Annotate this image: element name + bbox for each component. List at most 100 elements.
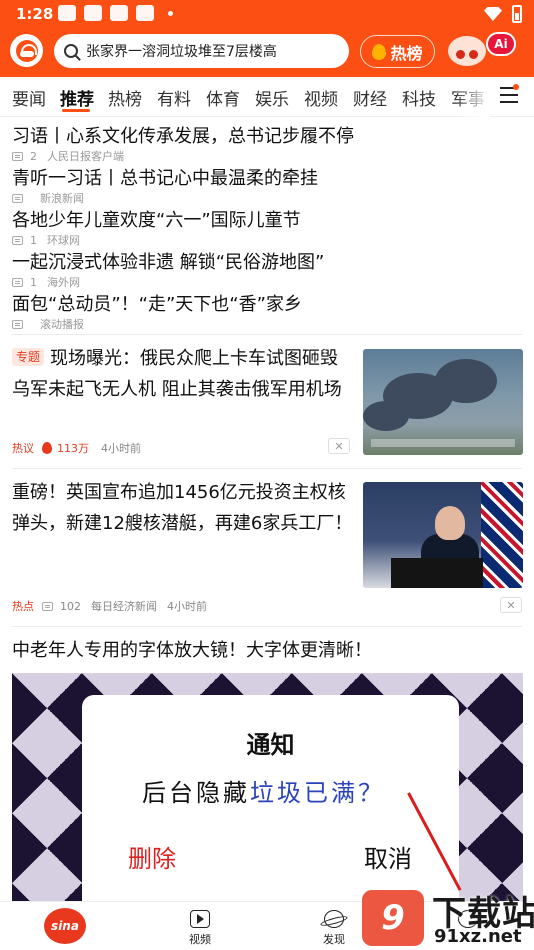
- hot-list-button[interactable]: 热榜: [360, 35, 435, 68]
- tab-yule[interactable]: 娱乐: [255, 85, 289, 110]
- headline-meta: 滚动播报: [12, 316, 84, 332]
- ai-mascot-icon: [448, 36, 486, 66]
- headline-source: 环球网: [47, 234, 80, 247]
- watermark-url: 91xz.net: [434, 926, 522, 947]
- nav-discover-label: 发现: [323, 933, 345, 946]
- article-title: 专题 现场曝光：俄民众爬上卡车试图砸毁乌军未起飞无人机 阻止其袭击俄军用机场: [12, 343, 354, 405]
- comment-icon: [12, 151, 23, 161]
- status-indicators: [484, 5, 522, 23]
- planet-icon: [324, 910, 344, 928]
- tab-caijing[interactable]: 财经: [353, 85, 387, 110]
- nav-home-button[interactable]: sina: [44, 908, 86, 944]
- article-title-text: 现场曝光：俄民众爬上卡车试图砸毁乌军未起飞无人机 阻止其袭击俄军用机场: [12, 348, 342, 400]
- search-icon: [64, 44, 78, 58]
- status-notification-icons: [58, 5, 173, 21]
- tab-rebang[interactable]: 热榜: [108, 85, 142, 110]
- video-caption: [371, 439, 515, 447]
- nav-discover-button[interactable]: 发现: [304, 910, 364, 947]
- comment-icon: [42, 601, 53, 611]
- headline-source: 滚动播报: [40, 318, 84, 331]
- article-thumbnail: [363, 482, 523, 588]
- app-notification-icon: [110, 5, 128, 21]
- tab-tiyu[interactable]: 体育: [206, 85, 240, 110]
- status-time: 1:28: [16, 5, 54, 23]
- special-topic-badge: 专题: [12, 348, 45, 366]
- headline-meta: 新浪新闻: [12, 190, 84, 206]
- union-flag: [481, 482, 523, 588]
- dialog-message-prefix: 后台隐藏: [142, 779, 250, 807]
- tab-yaowen[interactable]: 要闻: [12, 85, 46, 110]
- headline-item[interactable]: 各地少年儿童欢度“六一”国际儿童节: [12, 206, 301, 232]
- comment-icon: [12, 277, 23, 287]
- search-bar[interactable]: 张家界一溶洞垃圾堆至7层楼高: [54, 34, 349, 68]
- menu-line: [500, 101, 518, 103]
- article-meta: 热议 113万 4小时前: [12, 440, 141, 456]
- more-notifications-icon: [168, 10, 173, 16]
- dismiss-close-button[interactable]: ✕: [328, 438, 350, 454]
- tab-keji[interactable]: 科技: [402, 85, 436, 110]
- dismiss-close-button[interactable]: ✕: [500, 597, 522, 613]
- new-indicator-dot: [513, 84, 519, 90]
- menu-line: [500, 94, 518, 96]
- dialog-cancel-label: 取消: [364, 845, 412, 873]
- article-thumbnail: [363, 349, 523, 455]
- ad-title: 中老年人专用的字体放大镜！大字体更清晰！: [12, 640, 372, 661]
- comment-count: 102: [60, 599, 81, 613]
- nav-video-button[interactable]: 视频: [170, 910, 230, 947]
- tab-shipin[interactable]: 视频: [304, 85, 338, 110]
- comment-count: 2: [30, 149, 37, 163]
- app-notification-icon: [136, 5, 154, 21]
- fire-icon: [42, 442, 52, 454]
- article-time: 4小时前: [167, 600, 207, 613]
- battery-icon: [512, 5, 522, 23]
- ai-badge: Ai: [486, 32, 516, 56]
- podium: [391, 558, 483, 588]
- dialog-title: 通知: [246, 731, 295, 759]
- headline-source: 人民日报客户端: [47, 150, 124, 163]
- watermark-logo: 9: [362, 890, 424, 946]
- site-watermark: 9 下载站 91xz.net: [362, 884, 534, 950]
- headline-meta: 1 环球网: [12, 232, 80, 248]
- comment-icon: [12, 319, 23, 329]
- weibo-notification-icon: [58, 5, 76, 21]
- headline-source: 海外网: [47, 276, 80, 289]
- headline-item[interactable]: 习语丨心系文化传承发展，总书记步履不停: [12, 122, 354, 148]
- hot-tag: 热点: [12, 600, 34, 613]
- comment-icon: [12, 193, 23, 203]
- divider: [12, 626, 522, 627]
- listen-headphones-button[interactable]: [10, 34, 43, 67]
- article-meta: 热点 102 每日经济新闻 4小时前: [12, 598, 207, 614]
- headline-source: 新浪新闻: [40, 192, 84, 205]
- hot-discussion-tag: 热议: [12, 442, 34, 455]
- dialog-message-highlight: 垃圾已满？: [250, 779, 385, 807]
- headphones-icon: [15, 39, 38, 62]
- wifi-icon: [484, 7, 502, 21]
- video-play-icon: [190, 910, 210, 928]
- top-header: 1:28 张家界一溶洞垃圾堆至7层楼高 热榜 Ai: [0, 0, 534, 77]
- active-tab-indicator: [62, 109, 90, 112]
- tab-tuijian[interactable]: 推荐: [60, 85, 94, 110]
- dialog-delete-label: 删除: [128, 845, 176, 873]
- smoke-cloud: [435, 359, 497, 403]
- nav-video-label: 视频: [189, 933, 211, 946]
- comment-count: 1: [30, 275, 37, 289]
- headline-item[interactable]: 面包“总动员”！“走”天下也“香”家乡: [12, 290, 302, 316]
- article-title: 重磅！英国宣布追加1456亿元投资主权核弹头，新建12艘核潜艇，再建6家兵工厂！: [12, 482, 353, 534]
- headline-item[interactable]: 一起沉浸式体验非遗 解锁“民俗游地图”: [12, 248, 324, 274]
- speaker-head: [435, 506, 465, 540]
- headline-item[interactable]: 青听一习话丨总书记心中最温柔的牵挂: [12, 164, 318, 190]
- app-notification-icon: [84, 5, 102, 21]
- article-source: 每日经济新闻: [91, 600, 157, 613]
- comment-icon: [12, 235, 23, 245]
- comment-count: 1: [30, 233, 37, 247]
- status-bar: 1:28: [0, 0, 534, 28]
- heat-count: 113万: [57, 442, 89, 455]
- header-toolbar: 张家界一溶洞垃圾堆至7层楼高 热榜 Ai: [0, 32, 534, 72]
- ai-assistant-button[interactable]: Ai: [448, 32, 520, 70]
- tab-youliao[interactable]: 有料: [157, 85, 191, 110]
- smoke-cloud: [363, 401, 409, 431]
- flame-icon: [372, 43, 387, 60]
- tabs-fade: [455, 77, 490, 117]
- article-time: 4小时前: [101, 442, 141, 455]
- dialog-message: 后台隐藏垃圾已满？: [142, 773, 385, 808]
